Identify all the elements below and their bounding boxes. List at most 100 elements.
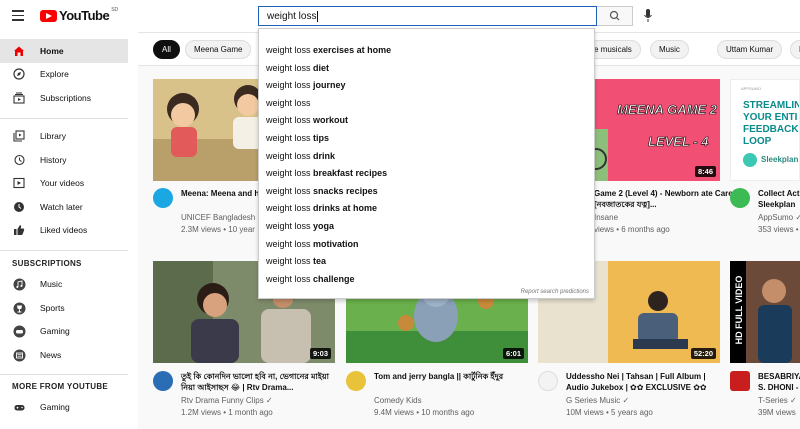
video-title[interactable]: তুই কি কোনদিন ভালো হবি না, ভেগানের মাইয়…: [181, 371, 341, 393]
gamepad-icon: [12, 400, 26, 414]
hamburger-menu-icon[interactable]: [12, 10, 24, 21]
search-button[interactable]: [597, 6, 633, 26]
channel-name[interactable]: UNICEF Bangladesh: [181, 213, 255, 222]
suggestion-item[interactable]: weight loss exercises at home: [266, 45, 391, 55]
play-square-icon: [12, 176, 26, 190]
thumbnail-title-text: MEENA GAME 2: [617, 102, 718, 118]
video-thumbnail[interactable]: APPSUMO STREAMLIN YOUR ENTI FEEDBACK LOO…: [730, 79, 800, 181]
thumbnail-headline: STREAMLIN YOUR ENTI FEEDBACK LOOP: [743, 100, 800, 147]
news-icon: [12, 348, 26, 362]
channel-name[interactable]: T-Series ✓: [758, 396, 797, 405]
search-icon: [609, 10, 620, 21]
sidebar-item-label: Sports: [40, 303, 65, 313]
suggestion-item[interactable]: weight loss tips: [266, 133, 329, 143]
history-icon: [12, 153, 26, 167]
video-duration: 8:46: [694, 166, 716, 177]
sidebar-item-sports[interactable]: Sports: [0, 296, 128, 320]
sidebar-item-explore[interactable]: Explore: [0, 62, 128, 86]
sidebar-item-label: News: [40, 350, 62, 360]
channel-avatar[interactable]: [346, 371, 366, 391]
sidebar-item-watch-later[interactable]: Watch later: [0, 195, 128, 219]
video-stats: 1.2M views • 1 month ago: [181, 408, 273, 417]
video-duration: 6:01: [502, 348, 524, 359]
video-title[interactable]: Collect Act Sleekplan: [758, 188, 800, 210]
suggestion-item[interactable]: weight loss challenge: [266, 274, 355, 284]
report-search-predictions-link[interactable]: Report search predictions: [521, 289, 589, 295]
suggestion-item[interactable]: weight loss drink: [266, 151, 335, 161]
suggestion-item[interactable]: weight loss journey: [266, 80, 346, 90]
channel-avatar[interactable]: [153, 188, 173, 208]
video-duration: 52:20: [690, 348, 716, 359]
sidebar-item-more-gaming[interactable]: Gaming: [0, 395, 128, 419]
divider: [0, 250, 128, 251]
video-stats: 353 views •: [758, 225, 799, 234]
chip-uttam-kumar[interactable]: Uttam Kumar: [717, 40, 783, 59]
compass-icon: [12, 67, 26, 81]
sidebar-item-news[interactable]: News: [0, 343, 128, 367]
search-input[interactable]: weight loss: [258, 6, 597, 26]
youtube-logo[interactable]: YouTube SD: [40, 6, 119, 23]
chip-all[interactable]: All: [153, 40, 180, 59]
chip-music[interactable]: Music: [650, 40, 689, 59]
video-stats: 10M views • 5 years ago: [566, 408, 653, 417]
chip-meena-game[interactable]: Meena Game: [185, 40, 252, 59]
logo-text: YouTube: [59, 8, 110, 23]
youtube-play-icon: [40, 9, 57, 22]
sidebar-item-label: Watch later: [40, 202, 83, 212]
video-stats: 39M views: [758, 408, 796, 417]
sidebar-item-home[interactable]: Home: [0, 39, 128, 63]
sidebar: Home Explore Subscriptions Library Histo…: [0, 32, 138, 429]
video-stats: views • 6 months ago: [594, 225, 670, 234]
video-title[interactable]: Tom and jerry bangla || কার্টুনিক ইঁদুর: [374, 371, 534, 382]
suggestion-item[interactable]: weight loss drinks at home: [266, 203, 377, 213]
channel-avatar[interactable]: [538, 371, 558, 391]
sidebar-item-label: Gaming: [40, 402, 70, 412]
sidebar-item-gaming[interactable]: Gaming: [0, 319, 128, 343]
video-thumbnail[interactable]: HD FULL VIDEO: [730, 261, 800, 363]
channel-avatar[interactable]: [730, 371, 750, 391]
subscriptions-heading: SUBSCRIPTIONS: [12, 259, 82, 268]
sidebar-item-label: Liked videos: [40, 225, 88, 235]
channel-avatar[interactable]: [153, 371, 173, 391]
sidebar-item-history[interactable]: History: [0, 148, 128, 172]
suggestion-item[interactable]: weight loss tea: [266, 256, 326, 266]
suggestion-item[interactable]: weight loss workout: [266, 115, 348, 125]
sidebar-item-liked-videos[interactable]: Liked videos: [0, 218, 128, 242]
suggestion-item[interactable]: weight loss diet: [266, 63, 329, 73]
sidebar-item-your-videos[interactable]: Your videos: [0, 171, 128, 195]
video-duration: 9:03: [309, 348, 331, 359]
sidebar-item-label: History: [40, 155, 67, 165]
video-title[interactable]: Uddessho Nei | Tahsan | Full Album | Aud…: [566, 371, 726, 393]
sidebar-item-music[interactable]: Music: [0, 272, 128, 296]
sidebar-item-subscriptions[interactable]: Subscriptions: [0, 86, 128, 110]
channel-name[interactable]: Rtv Drama Funny Clips ✓: [181, 396, 273, 405]
sidebar-item-label: Library: [40, 131, 66, 141]
sleekplan-logo-icon: [743, 153, 757, 167]
suggestion-item[interactable]: weight loss yoga: [266, 221, 334, 231]
thumbnail-brand-label: APPSUMO: [741, 86, 762, 91]
sidebar-item-label: Subscriptions: [40, 93, 92, 103]
suggestion-item[interactable]: weight loss: [266, 98, 311, 108]
clock-icon: [12, 200, 26, 214]
microphone-icon[interactable]: [644, 9, 652, 23]
channel-name[interactable]: Insane: [594, 213, 618, 222]
suggestion-item[interactable]: weight loss snacks recipes: [266, 186, 378, 196]
gamepad-icon: [12, 324, 26, 338]
more-from-youtube-heading: MORE FROM YOUTUBE: [12, 382, 109, 391]
music-icon: [12, 277, 26, 291]
video-stats: 2.3M views • 10 year: [181, 225, 255, 234]
trophy-icon: [12, 301, 26, 315]
channel-avatar[interactable]: [730, 188, 750, 208]
suggestion-item[interactable]: weight loss breakfast recipes: [266, 168, 387, 178]
sidebar-item-library[interactable]: Library: [0, 124, 128, 148]
sidebar-item-label: Your videos: [40, 178, 85, 188]
logo-badge: SD: [111, 6, 119, 13]
suggestion-item[interactable]: weight loss motivation: [266, 239, 359, 249]
channel-name[interactable]: Comedy Kids: [374, 396, 422, 405]
thumbnail-level-text: LEVEL - 4: [648, 134, 709, 150]
video-title[interactable]: BESABRIYA S. DHONI -: [758, 371, 800, 393]
channel-name[interactable]: AppSumo ✓: [758, 213, 800, 222]
channel-name[interactable]: G Series Music ✓: [566, 396, 629, 405]
chip-motu-patlu[interactable]: Motu P: [790, 40, 800, 59]
sidebar-item-label: Home: [40, 46, 64, 56]
